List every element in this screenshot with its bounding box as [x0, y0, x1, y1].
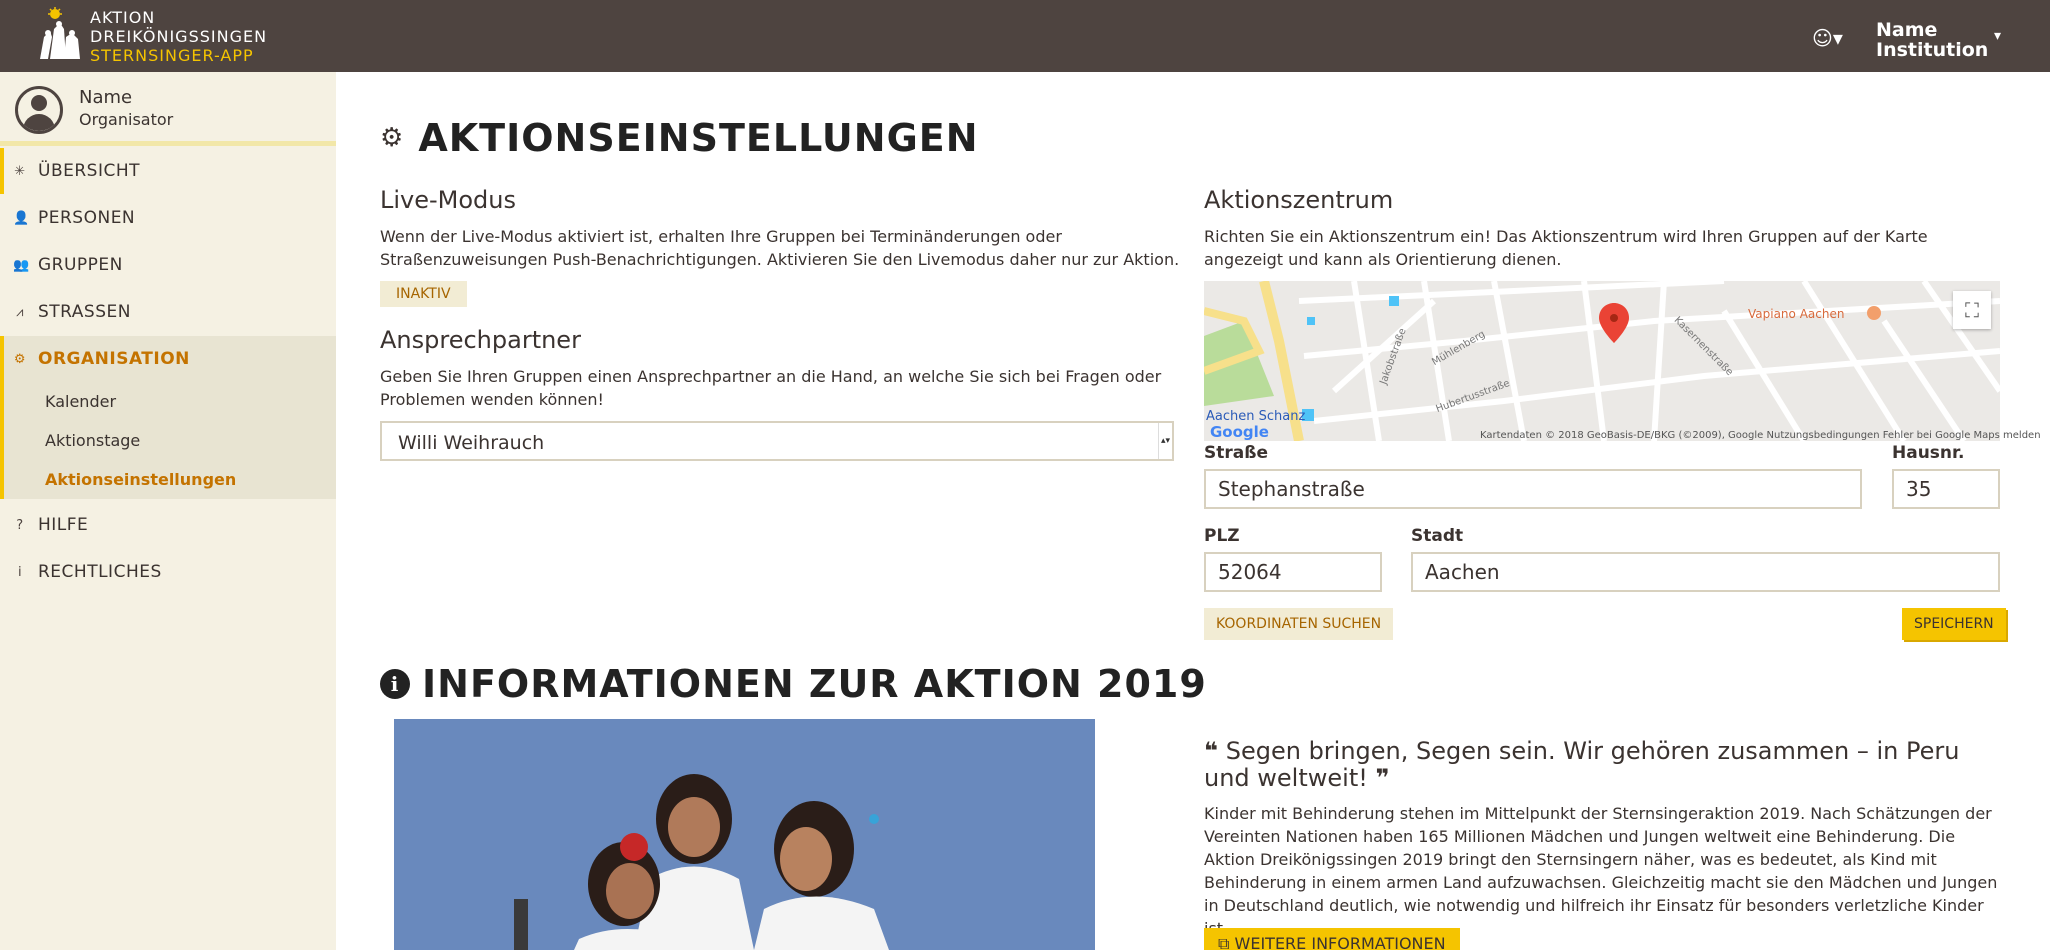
map-attribution: Kartendaten © 2018 GeoBasis-DE/BKG (©200…	[1480, 430, 2041, 441]
contact-selected-value: Willi Weihrauch	[398, 432, 545, 454]
profile: Name Organisator	[0, 72, 336, 146]
street-input[interactable]: Stephanstraße	[1204, 469, 1862, 509]
zip-label: PLZ	[1204, 526, 1240, 546]
house-number-label: Hausnr.	[1892, 443, 1965, 463]
user-institution: Institution	[1876, 39, 1989, 61]
star-singers-logo-icon	[38, 7, 82, 65]
find-coordinates-button[interactable]: KOORDINATEN SUCHEN	[1204, 608, 1394, 640]
map-station-label: Aachen Schanz	[1206, 409, 1306, 424]
contact-select[interactable]: Willi Weihrauch ▴▾	[380, 421, 1174, 461]
sidebar-item-label: HILFE	[38, 515, 89, 535]
sidebar-item-label: PERSONEN	[38, 208, 136, 228]
sidebar-item-gruppen[interactable]: 👥 GRUPPEN	[0, 242, 336, 288]
sidebar-item-strassen[interactable]: ⩘ STRASSEN	[0, 289, 336, 335]
question-icon: ?	[16, 517, 24, 533]
logo-line-2: DREIKÖNIGSSINGEN	[90, 26, 268, 46]
sidebar-item-label: ÜBERSICHT	[38, 161, 141, 181]
quote-open-icon: ❝	[1204, 737, 1219, 765]
info-circle-icon: i	[380, 669, 410, 699]
chevron-down-icon[interactable]: ▾	[1994, 28, 2001, 44]
fullscreen-icon[interactable]: ⛶	[1953, 291, 1991, 329]
sidebar: Name Organisator ✳ ÜBERSICHT 👤 PERSONEN …	[0, 72, 336, 950]
app-logo[interactable]: AKTION DREIKÖNIGSSINGEN STERNSINGER-APP	[38, 2, 267, 70]
external-link-icon: ⧉	[1218, 934, 1235, 950]
sidebar-item-uebersicht[interactable]: ✳ ÜBERSICHT	[0, 148, 336, 194]
avatar	[15, 86, 63, 134]
profile-name: Name	[79, 87, 133, 108]
more-info-label: WEITERE INFORMATIONEN	[1234, 934, 1446, 950]
sidebar-item-rechtliches[interactable]: i RECHTLICHES	[0, 549, 336, 595]
contact-heading: Ansprechpartner	[380, 326, 581, 354]
page-title: ⚙ AKTIONSEINSTELLUNGEN	[380, 116, 979, 160]
city-label: Stadt	[1411, 526, 1464, 546]
map[interactable]: Jakobstraße Mühlenberg Kasernenstraße Hu…	[1204, 281, 2000, 441]
sidebar-item-label: STRASSEN	[38, 302, 131, 322]
asterisk-icon: ✳	[14, 163, 26, 179]
profile-role: Organisator	[79, 110, 174, 129]
subnav-item-aktionseinstellungen[interactable]: Aktionseinstellungen	[45, 470, 236, 489]
map-poi-label: Vapiano Aachen	[1748, 307, 1845, 321]
road-icon: ⩘	[16, 304, 24, 320]
organisation-submenu: Kalender Aktionstage Aktionseinstellunge…	[0, 382, 336, 499]
info-title-text: INFORMATIONEN ZUR AKTION 2019	[422, 662, 1207, 706]
subnav-item-aktionstage[interactable]: Aktionstage	[45, 431, 140, 450]
contact-description: Geben Sie Ihren Gruppen einen Ansprechpa…	[380, 367, 1162, 409]
more-info-button[interactable]: ⧉ WEITERE INFORMATIONEN	[1204, 928, 1460, 950]
quote-text: Segen bringen, Segen sein. Wir gehören z…	[1204, 737, 1960, 792]
house-number-input[interactable]: 35	[1892, 469, 2000, 509]
logo-line-1: AKTION	[90, 7, 156, 27]
sidebar-item-personen[interactable]: 👤 PERSONEN	[0, 195, 336, 241]
zip-input[interactable]: 52064	[1204, 552, 1382, 592]
settings-people-icon: ⚙	[380, 123, 405, 153]
logo-text: AKTION DREIKÖNIGSSINGEN STERNSINGER-APP	[90, 8, 267, 65]
live-mode-description: Wenn der Live-Modus aktiviert ist, erhal…	[380, 227, 1180, 269]
center-heading: Aktionszentrum	[1204, 186, 1394, 214]
center-description: Richten Sie ein Aktionszentrum ein! Das …	[1204, 227, 1928, 269]
user-icon: 👤	[13, 210, 30, 226]
google-logo: Google	[1210, 423, 1269, 441]
sidebar-item-label: ORGANISATION	[38, 349, 190, 369]
smiley-menu-icon[interactable]: ☺▾	[1812, 26, 1843, 50]
live-mode-toggle-button[interactable]: INAKTIV	[380, 281, 467, 307]
campaign-photo	[394, 719, 1095, 950]
group-icon: 👥	[13, 257, 30, 273]
info-icon: i	[17, 564, 23, 580]
campaign-description: Kinder mit Behinderung stehen im Mittelp…	[1204, 804, 1998, 938]
street-label: Straße	[1204, 443, 1268, 463]
live-mode-heading: Live-Modus	[380, 186, 517, 214]
info-section-title: i INFORMATIONEN ZUR AKTION 2019	[380, 662, 1207, 706]
select-arrow-icon: ▴▾	[1158, 423, 1172, 459]
sidebar-item-organisation[interactable]: ⚙ ORGANISATION	[0, 336, 336, 382]
user-menu[interactable]: Name Institution	[1876, 20, 1988, 60]
logo-line-3: STERNSINGER-APP	[90, 45, 254, 65]
top-bar: AKTION DREIKÖNIGSSINGEN STERNSINGER-APP …	[0, 0, 2050, 72]
sidebar-item-label: RECHTLICHES	[38, 562, 162, 582]
page-title-text: AKTIONSEINSTELLUNGEN	[418, 116, 979, 160]
city-input[interactable]: Aachen	[1411, 552, 2000, 592]
organisation-icon: ⚙	[13, 351, 27, 367]
user-name: Name	[1876, 19, 1938, 41]
subnav-item-kalender[interactable]: Kalender	[45, 392, 116, 411]
map-marker-icon[interactable]	[1599, 303, 1629, 343]
sidebar-item-label: GRUPPEN	[38, 255, 123, 275]
save-button[interactable]: SPEICHERN	[1902, 608, 2006, 640]
sidebar-item-hilfe[interactable]: ? HILFE	[0, 502, 336, 548]
quote-close-icon: ❞	[1375, 764, 1390, 792]
campaign-quote: ❝ Segen bringen, Segen sein. Wir gehören…	[1204, 738, 2004, 792]
